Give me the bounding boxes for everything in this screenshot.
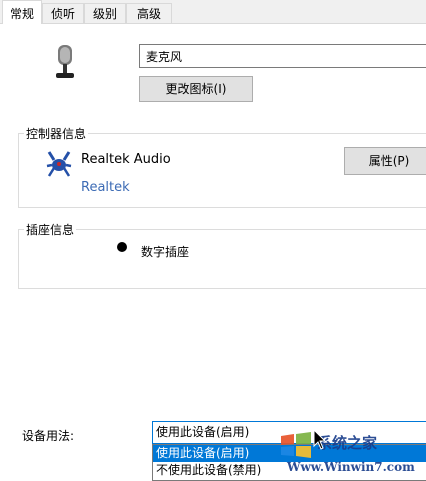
controller-vendor-link[interactable]: Realtek bbox=[81, 180, 130, 195]
tab-strip: 常规 侦听 级别 高级 bbox=[0, 0, 426, 24]
tab-general[interactable]: 常规 bbox=[2, 0, 42, 24]
tab-listen[interactable]: 侦听 bbox=[42, 3, 84, 23]
jack-bullet-icon bbox=[117, 242, 127, 252]
watermark: 系统之家 Www.Winwin7.com bbox=[275, 428, 426, 481]
controller-name: Realtek Audio bbox=[81, 152, 171, 167]
controller-info-title: 控制器信息 bbox=[24, 125, 89, 142]
jack-label: 数字插座 bbox=[141, 245, 190, 259]
jack-info-group: 插座信息 bbox=[18, 221, 426, 289]
microphone-icon bbox=[56, 45, 74, 78]
tab-advanced[interactable]: 高级 bbox=[126, 3, 172, 23]
properties-button[interactable]: 属性(P) bbox=[344, 147, 426, 175]
jack-info-title: 插座信息 bbox=[24, 221, 77, 238]
device-name-input[interactable] bbox=[139, 44, 426, 68]
watermark-url: Www.Winwin7.com bbox=[287, 460, 415, 474]
device-usage-label: 设备用法: bbox=[22, 429, 75, 443]
windows-logo-icon bbox=[281, 432, 311, 458]
realtek-crab-icon bbox=[46, 151, 72, 177]
mouse-cursor-icon bbox=[313, 429, 327, 450]
tab-levels[interactable]: 级别 bbox=[84, 3, 126, 23]
change-icon-button[interactable]: 更改图标(I) bbox=[139, 76, 253, 102]
